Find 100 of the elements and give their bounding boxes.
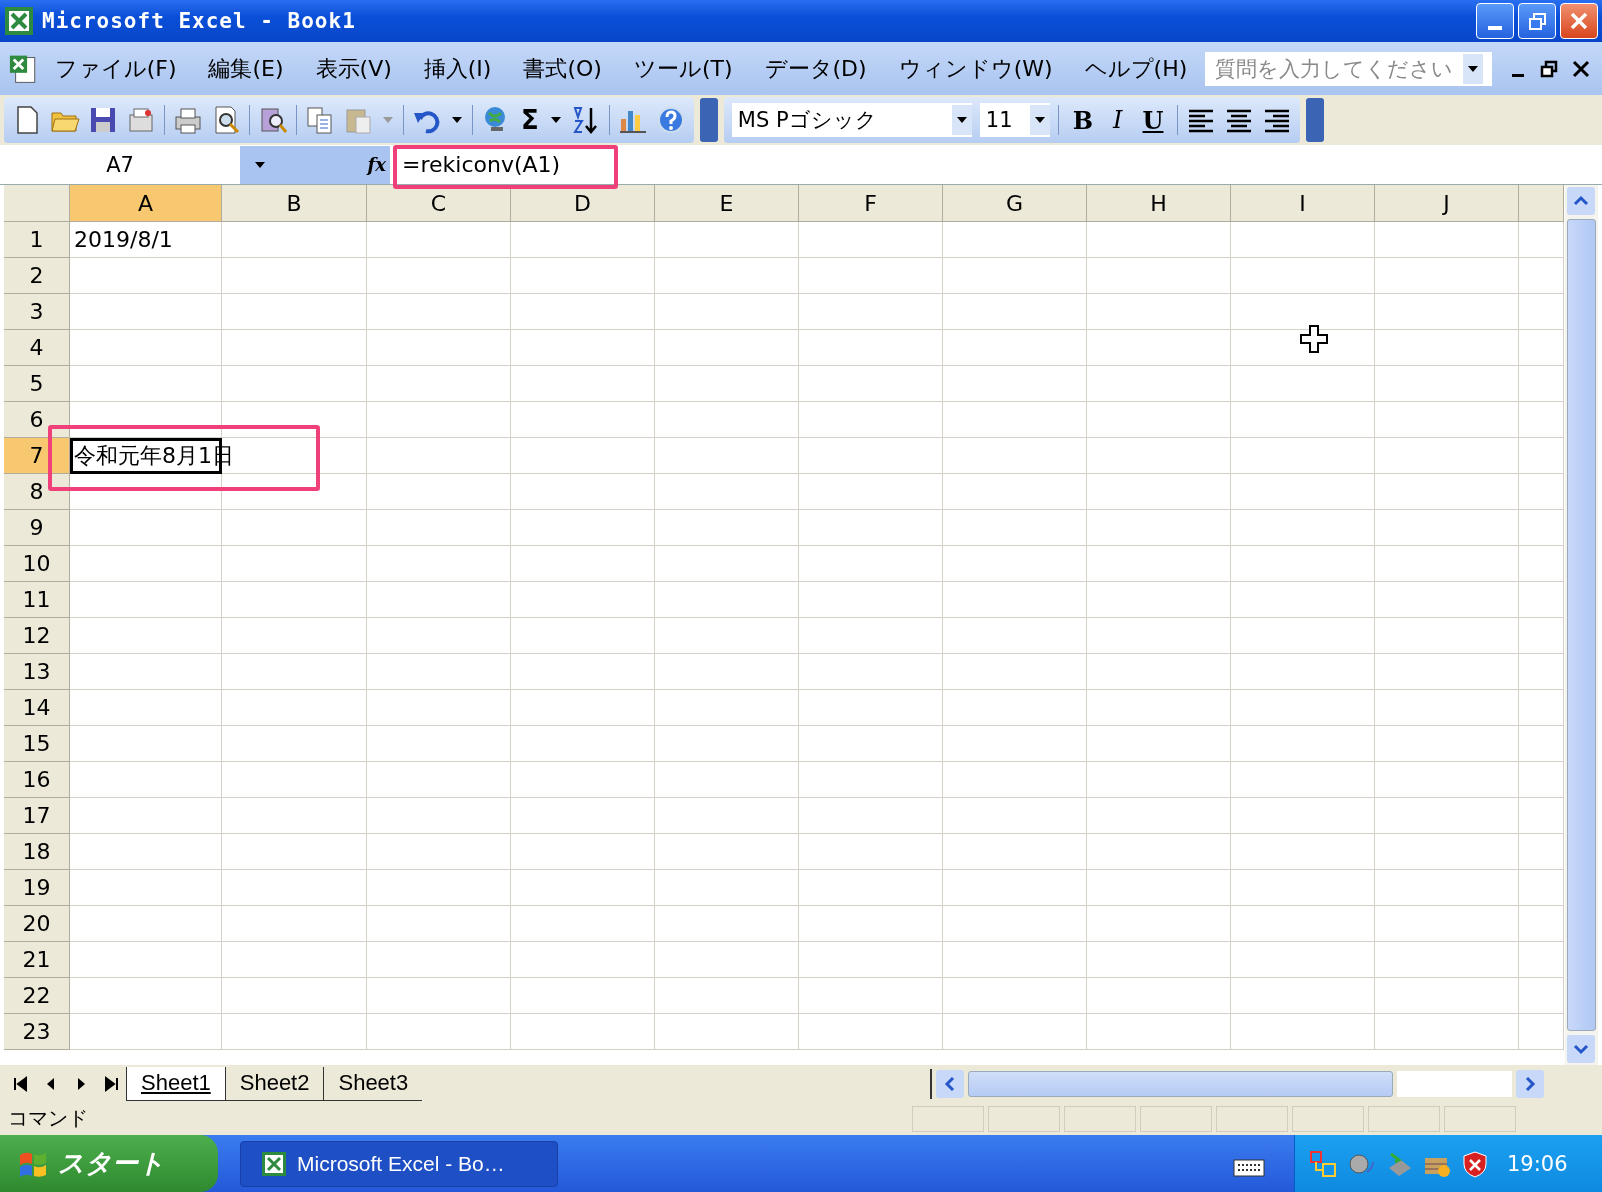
grid-cell[interactable] bbox=[799, 654, 943, 690]
column-header[interactable]: B bbox=[222, 185, 367, 222]
toolbar-options-button[interactable] bbox=[699, 98, 718, 142]
grid-cell[interactable] bbox=[1087, 582, 1231, 618]
grid-cell[interactable] bbox=[1087, 222, 1231, 258]
font-dropdown[interactable]: MS Pゴシック bbox=[731, 103, 972, 137]
grid-cell[interactable] bbox=[70, 366, 222, 402]
grid-cell[interactable] bbox=[511, 798, 655, 834]
research-icon[interactable] bbox=[258, 105, 288, 135]
grid-cell[interactable] bbox=[655, 906, 799, 942]
grid-cell[interactable] bbox=[1375, 978, 1519, 1014]
grid-cell[interactable] bbox=[1087, 942, 1231, 978]
row-header[interactable]: 19 bbox=[4, 870, 70, 906]
grid-cell[interactable] bbox=[655, 546, 799, 582]
grid-cell[interactable] bbox=[1087, 654, 1231, 690]
grid-cell[interactable] bbox=[1519, 510, 1564, 546]
grid-cell[interactable] bbox=[943, 978, 1087, 1014]
grid-cell[interactable] bbox=[799, 762, 943, 798]
column-header[interactable]: A bbox=[70, 185, 222, 222]
last-sheet-icon[interactable] bbox=[102, 1074, 120, 1093]
grid-cell[interactable] bbox=[511, 474, 655, 510]
grid-cell[interactable] bbox=[1087, 798, 1231, 834]
grid-cell[interactable] bbox=[943, 1014, 1087, 1050]
menu-item[interactable]: 書式(O) bbox=[509, 51, 616, 86]
menu-item[interactable]: ファイル(F) bbox=[40, 51, 191, 86]
grid-cell[interactable] bbox=[943, 510, 1087, 546]
table-cell[interactable]: 2019/8/1 bbox=[70, 222, 367, 258]
bold-button[interactable]: B bbox=[1066, 105, 1100, 135]
grid-cell[interactable] bbox=[1519, 474, 1564, 510]
grid-cell[interactable] bbox=[70, 978, 222, 1014]
security-shield-icon[interactable] bbox=[1461, 1149, 1489, 1178]
grid-cell[interactable] bbox=[511, 1014, 655, 1050]
row-header[interactable]: 4 bbox=[4, 330, 70, 366]
grid-cell[interactable] bbox=[511, 222, 655, 258]
grid-cell[interactable] bbox=[943, 222, 1087, 258]
grid-cell[interactable] bbox=[655, 438, 799, 474]
grid-cell[interactable] bbox=[70, 726, 222, 762]
grid-cell[interactable] bbox=[1087, 546, 1231, 582]
grid-cell[interactable] bbox=[511, 834, 655, 870]
grid-cell[interactable] bbox=[222, 762, 367, 798]
grid-cell[interactable] bbox=[222, 582, 367, 618]
grid-cell[interactable] bbox=[511, 330, 655, 366]
row-header[interactable]: 23 bbox=[4, 1014, 70, 1050]
grid-cell[interactable] bbox=[511, 618, 655, 654]
grid-cell[interactable] bbox=[1519, 258, 1564, 294]
grid-cell[interactable] bbox=[222, 654, 367, 690]
grid-cell[interactable] bbox=[943, 546, 1087, 582]
scrollbar-thumb[interactable] bbox=[968, 1070, 1393, 1097]
grid-cell[interactable] bbox=[1231, 402, 1375, 438]
grid-cell[interactable] bbox=[1375, 366, 1519, 402]
grid-cell[interactable] bbox=[511, 942, 655, 978]
grid-cell[interactable] bbox=[1375, 438, 1519, 474]
grid-cell[interactable] bbox=[70, 582, 222, 618]
grid-cell[interactable] bbox=[511, 402, 655, 438]
grid-cell[interactable] bbox=[799, 546, 943, 582]
grid-cell[interactable] bbox=[655, 618, 799, 654]
grid-cell[interactable] bbox=[655, 294, 799, 330]
scrollbar-thumb[interactable] bbox=[1567, 219, 1596, 1031]
grid-cell[interactable] bbox=[1375, 762, 1519, 798]
grid-cell[interactable] bbox=[1375, 1014, 1519, 1050]
grid-cell[interactable] bbox=[655, 474, 799, 510]
grid-cell[interactable] bbox=[1375, 546, 1519, 582]
grid-cell[interactable] bbox=[1519, 366, 1564, 402]
grid-cell[interactable] bbox=[1231, 690, 1375, 726]
scroll-left-button[interactable] bbox=[936, 1069, 964, 1098]
grid-cell[interactable] bbox=[70, 870, 222, 906]
grid-cell[interactable] bbox=[1231, 762, 1375, 798]
grid-cell[interactable] bbox=[222, 834, 367, 870]
row-header[interactable]: 20 bbox=[4, 906, 70, 942]
grid-cell[interactable] bbox=[1519, 618, 1564, 654]
grid-cell[interactable] bbox=[1519, 942, 1564, 978]
network-icon[interactable] bbox=[1309, 1149, 1337, 1178]
grid-cell[interactable] bbox=[367, 546, 511, 582]
menu-item[interactable]: データ(D) bbox=[750, 51, 881, 86]
grid-cell[interactable] bbox=[1087, 402, 1231, 438]
grid-cell[interactable] bbox=[655, 690, 799, 726]
grid-cell[interactable] bbox=[799, 366, 943, 402]
grid-cell[interactable] bbox=[70, 762, 222, 798]
grid-cell[interactable] bbox=[1231, 366, 1375, 402]
grid-cell[interactable] bbox=[1087, 1014, 1231, 1050]
grid-cell[interactable] bbox=[511, 978, 655, 1014]
grid-cell[interactable] bbox=[222, 510, 367, 546]
grid-cell[interactable] bbox=[222, 294, 367, 330]
grid-cell[interactable] bbox=[511, 438, 655, 474]
grid-cell[interactable] bbox=[70, 654, 222, 690]
grid-cell[interactable] bbox=[799, 330, 943, 366]
grid-cell[interactable] bbox=[1375, 294, 1519, 330]
grid-cell[interactable] bbox=[367, 438, 511, 474]
grid-cell[interactable] bbox=[1519, 762, 1564, 798]
grid-cell[interactable] bbox=[1375, 222, 1519, 258]
grid-cell[interactable] bbox=[799, 618, 943, 654]
grid-cell[interactable] bbox=[1375, 834, 1519, 870]
grid-cell[interactable] bbox=[1375, 870, 1519, 906]
row-header[interactable]: 22 bbox=[4, 978, 70, 1014]
menu-item[interactable]: ヘルプ(H) bbox=[1070, 51, 1202, 86]
copy-icon[interactable] bbox=[305, 105, 335, 135]
grid-cell[interactable] bbox=[655, 870, 799, 906]
grid-cell[interactable] bbox=[222, 402, 367, 438]
grid-cell[interactable] bbox=[367, 906, 511, 942]
grid-cell[interactable] bbox=[1087, 330, 1231, 366]
